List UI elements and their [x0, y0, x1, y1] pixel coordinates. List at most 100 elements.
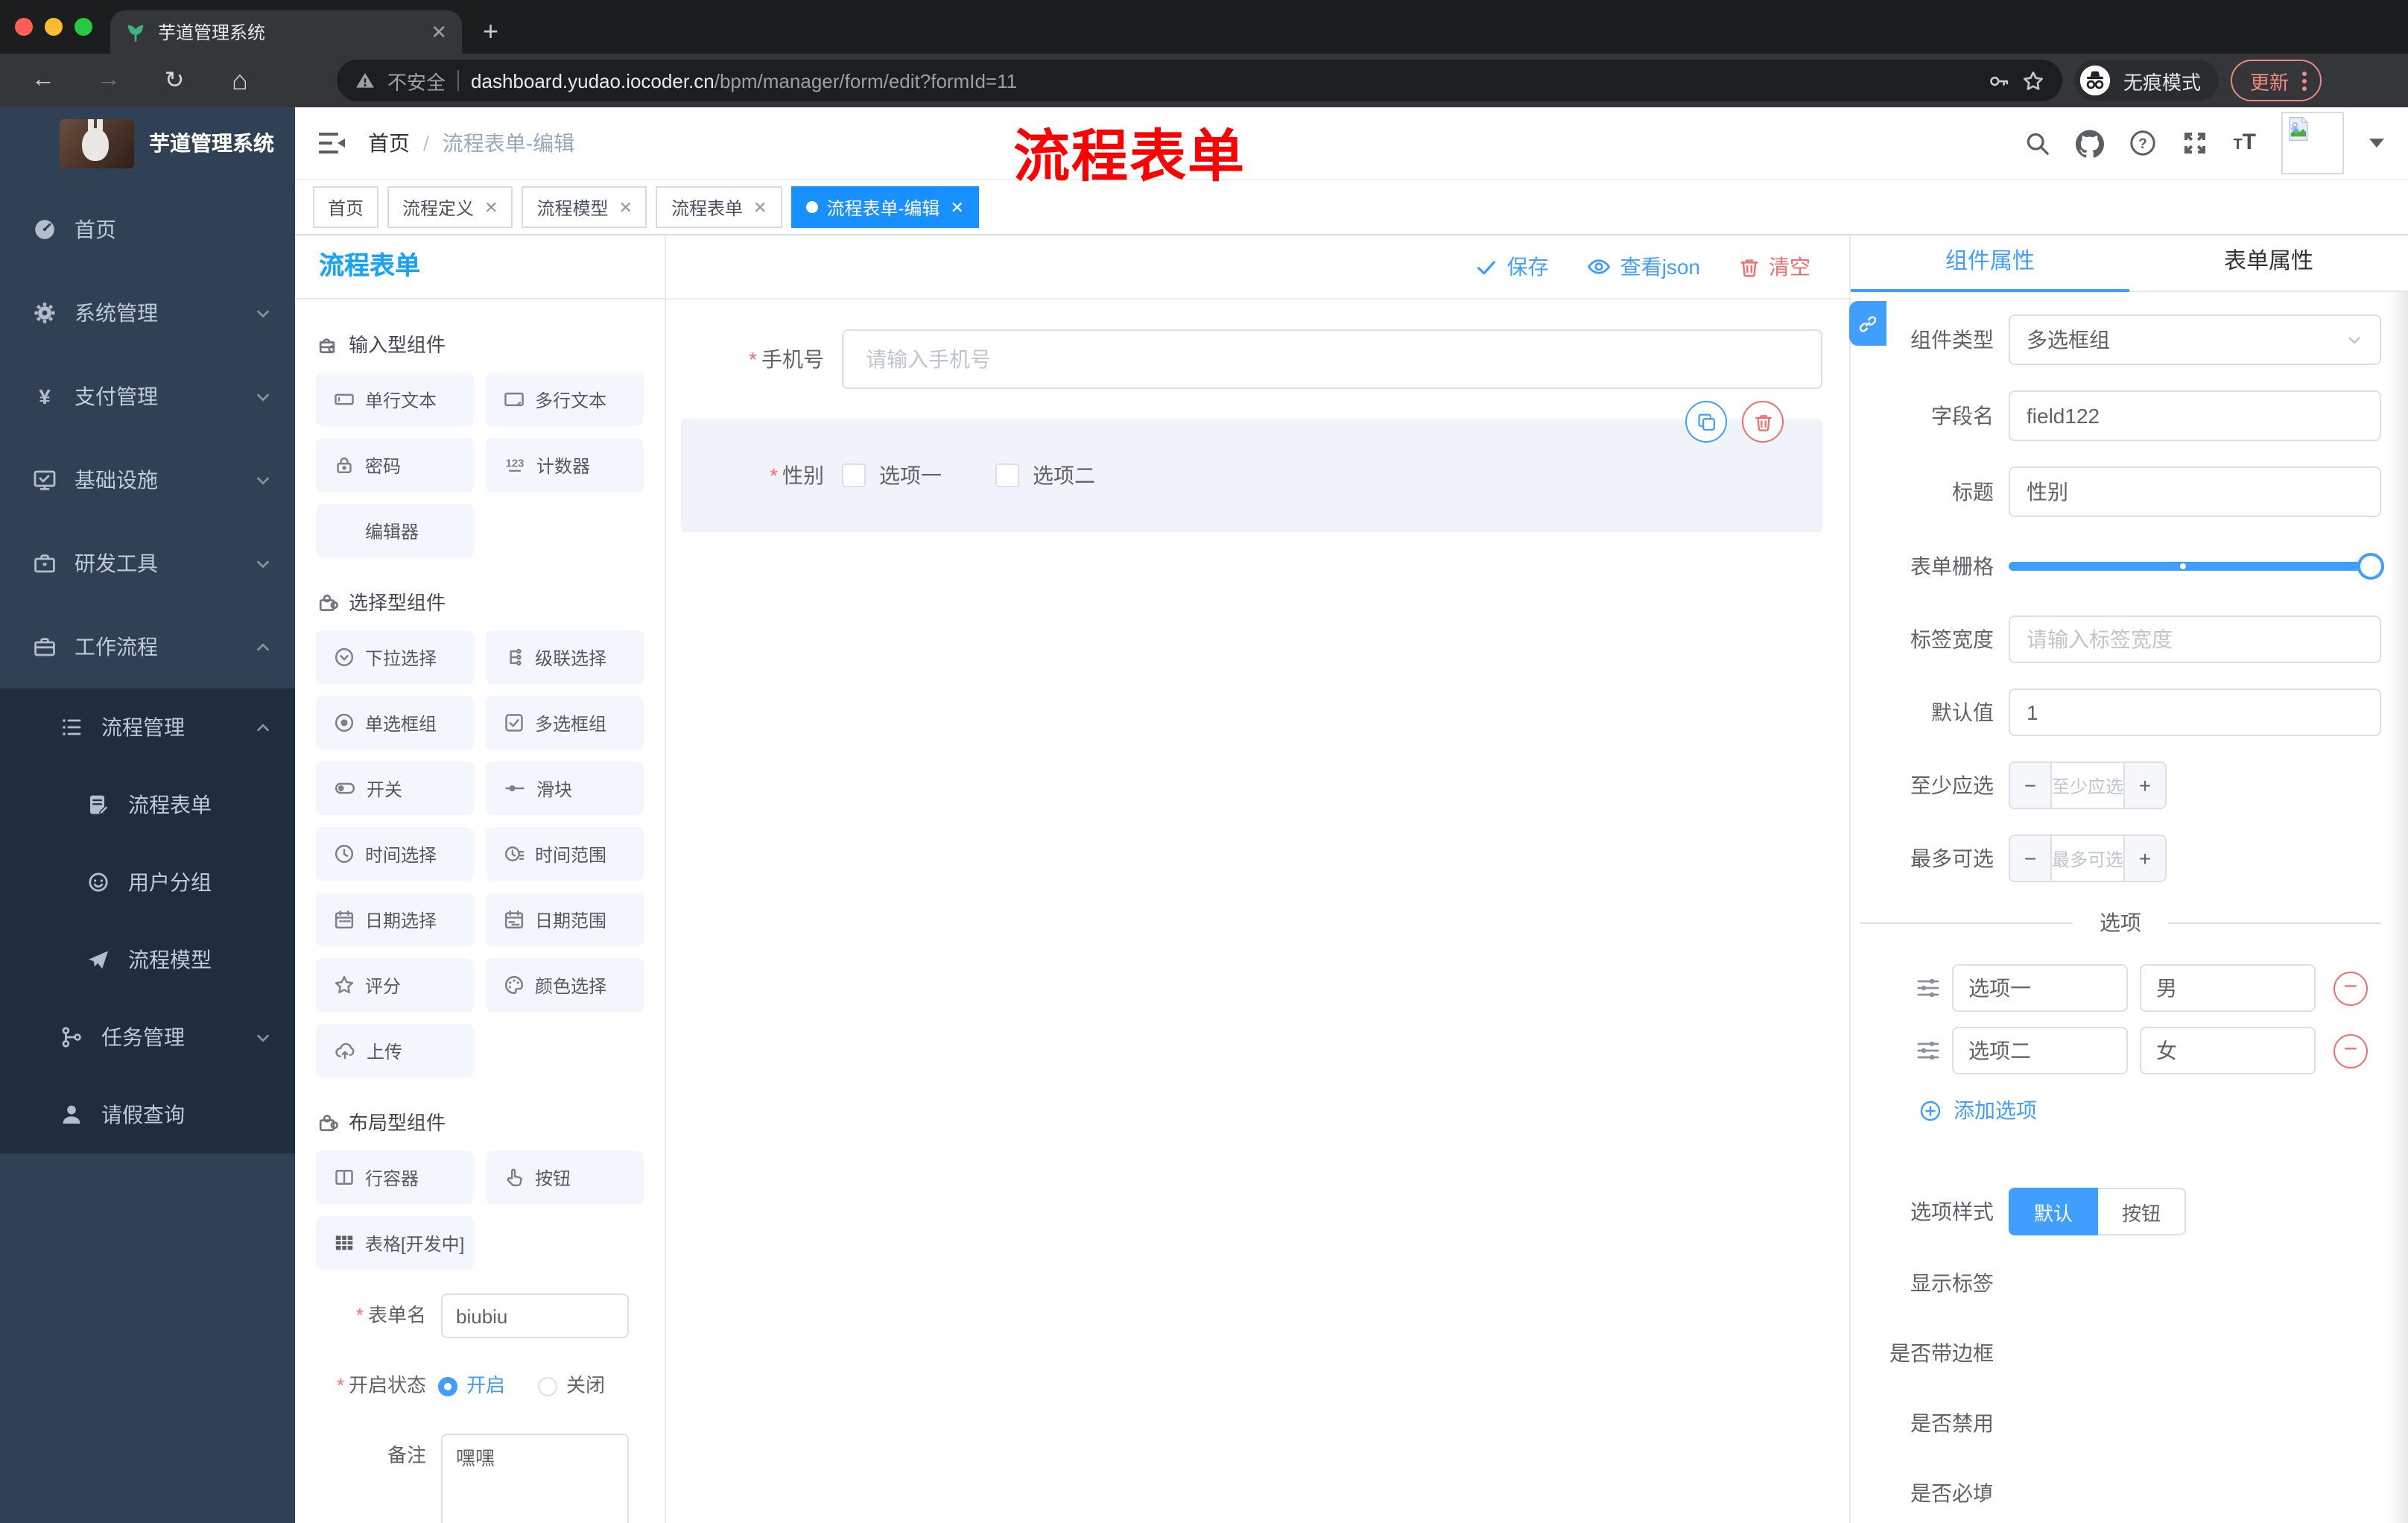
- canvas-field-gender-selected[interactable]: 性别 选项一 选项二: [681, 401, 1822, 532]
- option-value-input[interactable]: 男: [2140, 964, 2316, 1012]
- form-name-input[interactable]: biubiu: [441, 1294, 629, 1338]
- stepper-decrease-button[interactable]: −: [2010, 836, 2052, 881]
- field-name-input[interactable]: field122: [2009, 390, 2381, 441]
- title-input[interactable]: 性别: [2009, 466, 2381, 517]
- forward-icon[interactable]: →: [95, 67, 122, 94]
- sidebar-item-home[interactable]: 首页: [0, 188, 295, 271]
- macos-window-controls[interactable]: [0, 0, 110, 54]
- link-handle-tab[interactable]: [1849, 301, 1886, 346]
- palette-item-color-picker[interactable]: 颜色选择: [486, 958, 644, 1012]
- remark-textarea[interactable]: [441, 1434, 629, 1523]
- font-size-icon[interactable]: TT: [2233, 130, 2256, 156]
- component-type-select[interactable]: 多选框组: [2009, 314, 2381, 365]
- status-radio-on[interactable]: 开启: [438, 1364, 505, 1408]
- sidebar-item-user-group[interactable]: 用户分组: [0, 843, 295, 921]
- sidebar-item-payment[interactable]: ¥ 支付管理: [0, 355, 295, 438]
- sidebar-item-task-mgmt[interactable]: 任务管理: [0, 998, 295, 1076]
- style-default-button[interactable]: 默认: [2009, 1188, 2099, 1235]
- phone-input[interactable]: 请输入手机号: [842, 329, 1822, 389]
- bookmark-star-icon[interactable]: [2022, 69, 2044, 92]
- option-value-input[interactable]: 女: [2140, 1027, 2316, 1074]
- tag-close-icon[interactable]: ✕: [950, 197, 963, 217]
- palette-item-single-text[interactable]: 单行文本: [316, 373, 474, 426]
- url-text[interactable]: dashboard.yudao.iocoder.cn/bpm/manager/f…: [471, 69, 1017, 92]
- palette-item-upload[interactable]: 上传: [316, 1024, 474, 1077]
- tag-close-icon[interactable]: ✕: [484, 197, 498, 217]
- browser-update-button[interactable]: 更新: [2230, 60, 2322, 101]
- palette-item-textarea[interactable]: 多行文本: [486, 373, 644, 426]
- tag-process-definition[interactable]: 流程定义 ✕: [387, 186, 513, 228]
- sidebar-item-system[interactable]: 系统管理: [0, 271, 295, 355]
- drag-handle-icon[interactable]: [1916, 976, 1940, 1000]
- palette-item-switch[interactable]: 开关: [316, 762, 474, 815]
- back-icon[interactable]: ←: [30, 67, 57, 94]
- palette-item-editor[interactable]: 编辑器: [316, 504, 474, 557]
- browser-menu-icon[interactable]: [2302, 71, 2307, 90]
- new-tab-button[interactable]: +: [462, 16, 519, 54]
- search-icon[interactable]: [2024, 130, 2050, 156]
- close-window-button[interactable]: [15, 18, 33, 36]
- tab-component-props[interactable]: 组件属性: [1851, 235, 2129, 292]
- palette-item-password[interactable]: 密码: [316, 438, 474, 492]
- tag-process-model[interactable]: 流程模型 ✕: [522, 186, 647, 228]
- sidebar-item-process-mgmt[interactable]: 流程管理: [0, 688, 295, 766]
- tab-form-props[interactable]: 表单属性: [2129, 235, 2408, 291]
- avatar[interactable]: [2281, 112, 2344, 174]
- tag-close-icon[interactable]: ✕: [619, 197, 633, 217]
- palette-item-time-picker[interactable]: 时间选择: [316, 827, 474, 881]
- remove-option-button[interactable]: −: [2333, 971, 2368, 1005]
- palette-item-cascader[interactable]: 级联选择: [486, 630, 644, 684]
- stepper-increase-button[interactable]: +: [2123, 763, 2165, 808]
- drag-handle-icon[interactable]: [1916, 1039, 1940, 1063]
- maximize-window-button[interactable]: [75, 18, 92, 36]
- reload-icon[interactable]: ↻: [161, 66, 188, 95]
- palette-item-button[interactable]: 按钮: [486, 1150, 644, 1204]
- view-json-button[interactable]: 查看json: [1588, 252, 1700, 282]
- sidebar-item-infra[interactable]: 基础设施: [0, 438, 295, 522]
- status-radio-off[interactable]: 关闭: [538, 1364, 605, 1408]
- palette-item-slider[interactable]: 滑块: [486, 762, 644, 815]
- palette-item-row-container[interactable]: 行容器: [316, 1150, 474, 1204]
- max-select-input[interactable]: 最多可选: [2052, 836, 2123, 881]
- minimize-window-button[interactable]: [45, 18, 63, 36]
- stepper-increase-button[interactable]: +: [2123, 836, 2165, 881]
- sidebar-item-workflow[interactable]: 工作流程: [0, 605, 295, 688]
- fullscreen-icon[interactable]: [2181, 130, 2208, 156]
- save-button[interactable]: 保存: [1476, 252, 1549, 282]
- sidebar-item-process-model[interactable]: 流程模型: [0, 921, 295, 998]
- palette-item-date-range[interactable]: 日期范围: [486, 893, 644, 946]
- delete-field-button[interactable]: [1742, 401, 1784, 443]
- security-label[interactable]: 不安全: [387, 66, 446, 95]
- remove-option-button[interactable]: −: [2333, 1033, 2368, 1068]
- copy-field-button[interactable]: [1685, 401, 1727, 443]
- tag-home[interactable]: 首页: [313, 186, 379, 228]
- help-icon[interactable]: ?: [2129, 130, 2155, 156]
- label-width-input[interactable]: 请输入标签宽度: [2009, 615, 2381, 663]
- clear-button[interactable]: 清空: [1739, 252, 1810, 282]
- palette-item-radio-group[interactable]: 单选框组: [316, 696, 474, 750]
- hamburger-collapse-icon[interactable]: [319, 131, 346, 155]
- palette-item-rate[interactable]: 评分: [316, 958, 474, 1012]
- slider-handle[interactable]: [2357, 553, 2384, 580]
- add-option-button[interactable]: 添加选项: [1851, 1095, 2408, 1125]
- sidebar-item-process-form[interactable]: 流程表单: [0, 766, 295, 843]
- sidebar-item-leave-query[interactable]: 请假查询: [0, 1076, 295, 1153]
- breadcrumb-home[interactable]: 首页: [368, 128, 410, 158]
- tag-process-form[interactable]: 流程表单 ✕: [656, 186, 782, 228]
- github-icon[interactable]: [2075, 129, 2104, 157]
- checkbox-icon[interactable]: [842, 463, 866, 487]
- default-value-input[interactable]: 1: [2009, 688, 2381, 736]
- app-logo[interactable]: 芋道管理系统: [0, 107, 295, 179]
- tag-close-icon[interactable]: ✕: [753, 197, 767, 217]
- checkbox-icon[interactable]: [995, 463, 1019, 487]
- option-label-input[interactable]: 选项二: [1952, 1027, 2128, 1074]
- browser-tab[interactable]: 芋道管理系统 ✕: [110, 10, 462, 54]
- tag-process-form-edit[interactable]: 流程表单-编辑 ✕: [790, 186, 979, 228]
- gender-option-1[interactable]: 选项一: [842, 460, 942, 490]
- sidebar-item-devtools[interactable]: 研发工具: [0, 522, 295, 605]
- palette-item-select[interactable]: 下拉选择: [316, 630, 474, 684]
- gender-option-2[interactable]: 选项二: [995, 460, 1095, 490]
- palette-item-table-dev[interactable]: 表格[开发中]: [316, 1216, 474, 1270]
- palette-item-time-range[interactable]: 时间范围: [486, 827, 644, 881]
- form-grid-slider[interactable]: [2009, 542, 2384, 590]
